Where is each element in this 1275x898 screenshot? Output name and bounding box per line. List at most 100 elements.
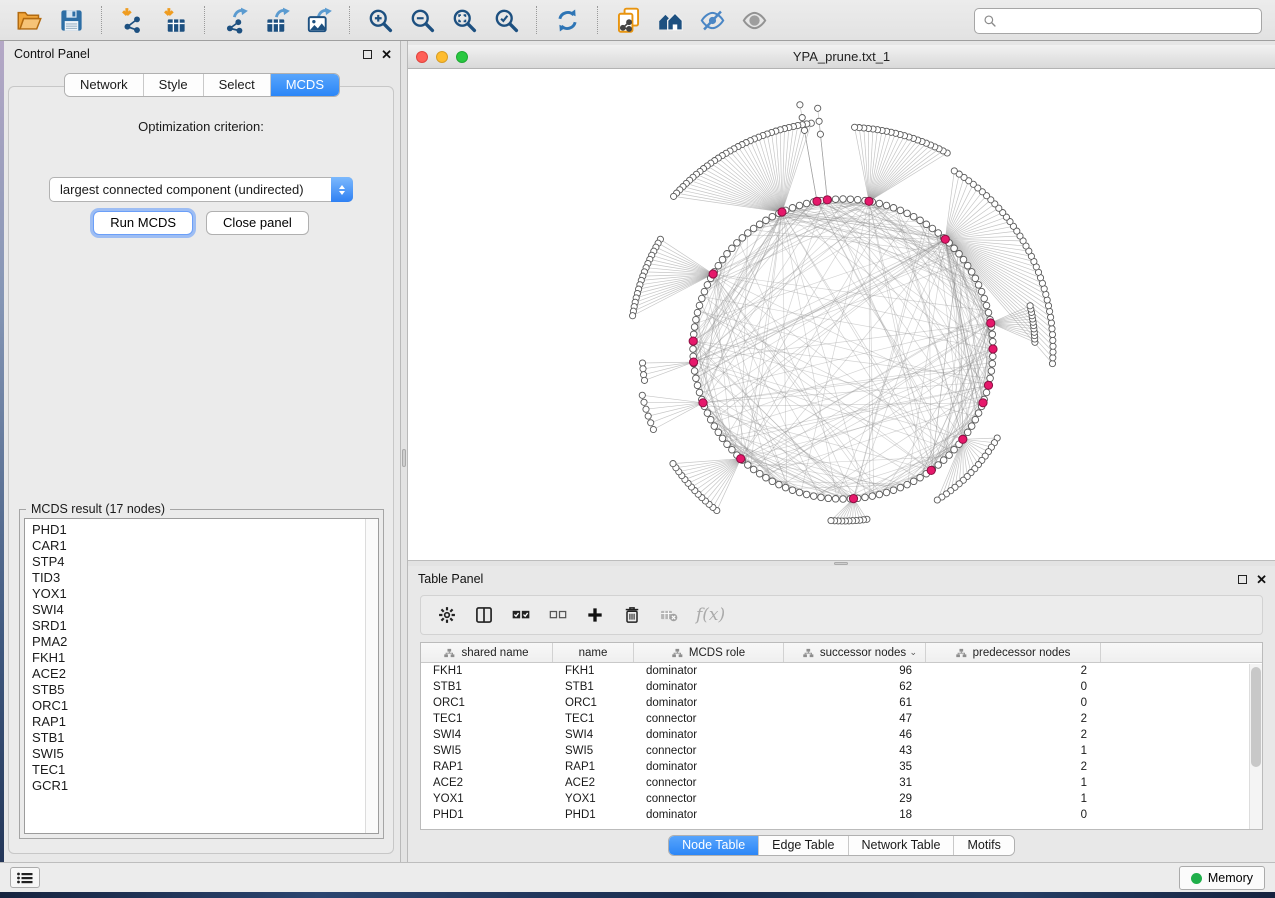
memory-button[interactable]: Memory xyxy=(1179,866,1265,890)
equation-fx-button[interactable]: f(x) xyxy=(696,601,725,629)
delete-table-button[interactable] xyxy=(659,601,679,629)
show-panels-list-button[interactable] xyxy=(10,867,40,888)
mcds-result-item[interactable]: RAP1 xyxy=(32,714,378,730)
network-canvas[interactable] xyxy=(408,69,1275,560)
dominator-node[interactable] xyxy=(927,466,935,474)
run-mcds-button[interactable]: Run MCDS xyxy=(93,211,193,235)
table-row[interactable]: RAP1RAP1dominator352 xyxy=(421,759,1262,775)
tab-select[interactable]: Select xyxy=(204,74,271,96)
tab-mcds[interactable]: MCDS xyxy=(271,74,339,96)
column-header-shared-name[interactable]: shared name xyxy=(421,643,553,662)
dominator-node[interactable] xyxy=(737,455,745,463)
show-all-button[interactable] xyxy=(733,3,775,37)
dominator-node[interactable] xyxy=(709,270,717,278)
float-panel-icon[interactable] xyxy=(363,50,372,59)
deselect-all-checkboxes-button[interactable] xyxy=(548,601,568,629)
export-table-icon xyxy=(264,7,291,34)
table-row[interactable]: ORC1ORC1dominator610 xyxy=(421,695,1262,711)
mcds-result-item[interactable]: TID3 xyxy=(32,570,378,586)
dominator-node[interactable] xyxy=(984,381,992,389)
mcds-result-item[interactable]: GCR1 xyxy=(32,778,378,794)
open-file-button[interactable] xyxy=(8,3,50,37)
table-row[interactable]: TEC1TEC1connector472 xyxy=(421,711,1262,727)
zoom-selected-button[interactable] xyxy=(485,3,527,37)
tab-style[interactable]: Style xyxy=(144,74,204,96)
column-header-successor-nodes[interactable]: successor nodes⌄ xyxy=(784,643,926,662)
column-layout-button[interactable] xyxy=(474,601,494,629)
criterion-dropdown[interactable]: largest connected component (undirected) xyxy=(49,177,353,202)
column-header-MCDS-role[interactable]: MCDS role xyxy=(634,643,784,662)
table-row[interactable]: PHD1PHD1dominator180 xyxy=(421,807,1262,823)
column-header-name[interactable]: name xyxy=(553,643,634,662)
dominator-node[interactable] xyxy=(689,337,697,345)
tab-network-table[interactable]: Network Table xyxy=(849,836,955,855)
table-row[interactable]: FKH1FKH1dominator962 xyxy=(421,663,1262,679)
delete-column-button[interactable] xyxy=(622,601,642,629)
hide-selected-icon xyxy=(699,7,726,34)
dominator-node[interactable] xyxy=(699,399,707,407)
zoom-fit-button[interactable] xyxy=(443,3,485,37)
first-neighbors-button[interactable] xyxy=(649,3,691,37)
dominator-node[interactable] xyxy=(813,197,821,205)
table-row[interactable]: STB1STB1dominator620 xyxy=(421,679,1262,695)
mcds-result-item[interactable]: STB1 xyxy=(32,730,378,746)
dominator-node[interactable] xyxy=(989,345,997,353)
mcds-result-item[interactable]: YOX1 xyxy=(32,586,378,602)
select-all-checkboxes-button[interactable] xyxy=(511,601,531,629)
settings-gear-button[interactable] xyxy=(437,601,457,629)
mcds-list-scrollbar[interactable] xyxy=(365,519,378,833)
zoom-in-button[interactable] xyxy=(359,3,401,37)
mcds-result-item[interactable]: FKH1 xyxy=(32,650,378,666)
dominator-node[interactable] xyxy=(823,196,831,204)
tab-edge-table[interactable]: Edge Table xyxy=(759,836,848,855)
dominator-node[interactable] xyxy=(979,399,987,407)
table-row[interactable]: SWI4SWI4dominator462 xyxy=(421,727,1262,743)
export-table-button[interactable] xyxy=(256,3,298,37)
table-scrollbar-thumb[interactable] xyxy=(1251,667,1261,767)
mcds-result-item[interactable]: SWI4 xyxy=(32,602,378,618)
mcds-result-item[interactable]: SRD1 xyxy=(32,618,378,634)
mcds-result-item[interactable]: TEC1 xyxy=(32,762,378,778)
hide-selected-button[interactable] xyxy=(691,3,733,37)
tab-motifs[interactable]: Motifs xyxy=(954,836,1013,855)
mcds-result-item[interactable]: STP4 xyxy=(32,554,378,570)
mcds-result-item[interactable]: CAR1 xyxy=(32,538,378,554)
dominator-node[interactable] xyxy=(987,319,995,327)
import-network-button[interactable] xyxy=(111,3,153,37)
dominator-node[interactable] xyxy=(690,358,698,366)
mcds-result-item[interactable]: PHD1 xyxy=(32,522,378,538)
dominator-node[interactable] xyxy=(959,435,967,443)
vertical-splitter[interactable] xyxy=(400,41,408,862)
export-image-button[interactable] xyxy=(298,3,340,37)
export-network-button[interactable] xyxy=(214,3,256,37)
tab-network[interactable]: Network xyxy=(65,74,144,96)
toolbar-separator xyxy=(101,6,102,34)
add-column-button[interactable] xyxy=(585,601,605,629)
mcds-result-item[interactable]: ACE2 xyxy=(32,666,378,682)
mcds-result-item[interactable]: STB5 xyxy=(32,682,378,698)
refresh-view-button[interactable] xyxy=(546,3,588,37)
clone-network-button[interactable] xyxy=(607,3,649,37)
dominator-node[interactable] xyxy=(849,495,857,503)
float-panel-icon[interactable] xyxy=(1238,575,1247,584)
close-panel-icon[interactable]: ✕ xyxy=(381,48,392,61)
table-row[interactable]: SWI5SWI5connector431 xyxy=(421,743,1262,759)
import-table-button[interactable] xyxy=(153,3,195,37)
table-row[interactable]: YOX1YOX1connector291 xyxy=(421,791,1262,807)
mcds-result-item[interactable]: ORC1 xyxy=(32,698,378,714)
mcds-result-item[interactable]: PMA2 xyxy=(32,634,378,650)
close-panel-button[interactable]: Close panel xyxy=(206,211,309,235)
mcds-result-item[interactable]: SWI5 xyxy=(32,746,378,762)
save-session-button[interactable] xyxy=(50,3,92,37)
column-header-predecessor-nodes[interactable]: predecessor nodes xyxy=(926,643,1101,662)
table-row[interactable]: ACE2ACE2connector311 xyxy=(421,775,1262,791)
splitter-handle[interactable] xyxy=(402,449,406,467)
dominator-node[interactable] xyxy=(778,208,786,216)
zoom-out-button[interactable] xyxy=(401,3,443,37)
dominator-node[interactable] xyxy=(865,197,873,205)
close-panel-icon[interactable]: ✕ xyxy=(1256,573,1267,586)
search-input[interactable] xyxy=(1003,14,1253,29)
splitter-handle[interactable] xyxy=(834,562,848,565)
dominator-node[interactable] xyxy=(941,235,949,243)
tab-node-table[interactable]: Node Table xyxy=(669,836,759,855)
